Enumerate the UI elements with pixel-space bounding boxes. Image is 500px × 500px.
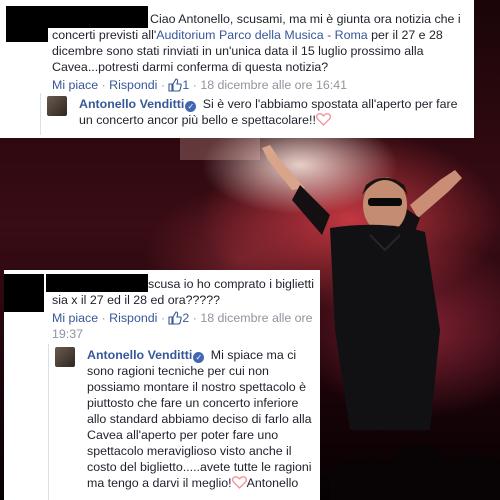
author-name[interactable]: Antonello Venditti: [79, 97, 184, 111]
like-button[interactable]: Mi piace: [52, 311, 98, 325]
reply-button[interactable]: Rispondi: [109, 311, 157, 325]
comment-card-1: Ciao Antonello, scusami, ma mi è giunta …: [0, 0, 474, 138]
verified-badge-icon: ✓: [185, 101, 197, 112]
heart-icon: [231, 476, 247, 489]
author-name[interactable]: Antonello Venditti: [87, 348, 192, 362]
reply-text-1: Antonello Venditti ✓ Si è vero l'abbiamo …: [79, 96, 469, 128]
reply-signature: Antonello: [246, 476, 299, 490]
reply-text-2: Antonello Venditti ✓ Mi spiace ma ci sono…: [87, 347, 315, 491]
thumbs-up-icon: [168, 78, 183, 92]
comment-timestamp-1[interactable]: 18 dicembre alle ore 16:41: [200, 78, 347, 92]
like-count[interactable]: 2: [168, 311, 189, 325]
redacted-avatar: [4, 274, 44, 312]
redacted-avatar: [6, 6, 48, 42]
reply-card-2: Antonello Venditti ✓ Mi spiace ma ci sono…: [48, 344, 319, 500]
comment-meta-2: Mi piace · Rispondi · 2 · 18 dicembre al…: [52, 311, 313, 341]
reply-button[interactable]: Rispondi: [109, 78, 157, 92]
reply-body-2: Mi spiace ma ci sono ragioni tecniche pe…: [87, 348, 312, 490]
comment-meta-1: Mi piace · Rispondi · 1 · 18 dicembre al…: [52, 78, 348, 92]
thumbs-up-icon: [168, 311, 183, 325]
avatar: [47, 96, 67, 116]
like-count[interactable]: 1: [168, 78, 189, 92]
comment-text-2: scusa io ho comprato i biglietti sia x i…: [52, 277, 314, 307]
place-link[interactable]: Auditorium Parco della Musica - Roma: [156, 28, 367, 42]
comment-text-1: Ciao Antonello, scusami, ma mi è giunta …: [52, 11, 470, 75]
comment-card-2: scusa io ho comprato i biglietti sia x i…: [4, 270, 320, 500]
like-button[interactable]: Mi piace: [52, 78, 98, 92]
avatar: [55, 347, 75, 367]
heart-icon: [315, 113, 331, 126]
verified-badge-icon: ✓: [193, 352, 205, 363]
reply-card-1: Antonello Venditti ✓ Si è vero l'abbiamo …: [40, 93, 473, 135]
